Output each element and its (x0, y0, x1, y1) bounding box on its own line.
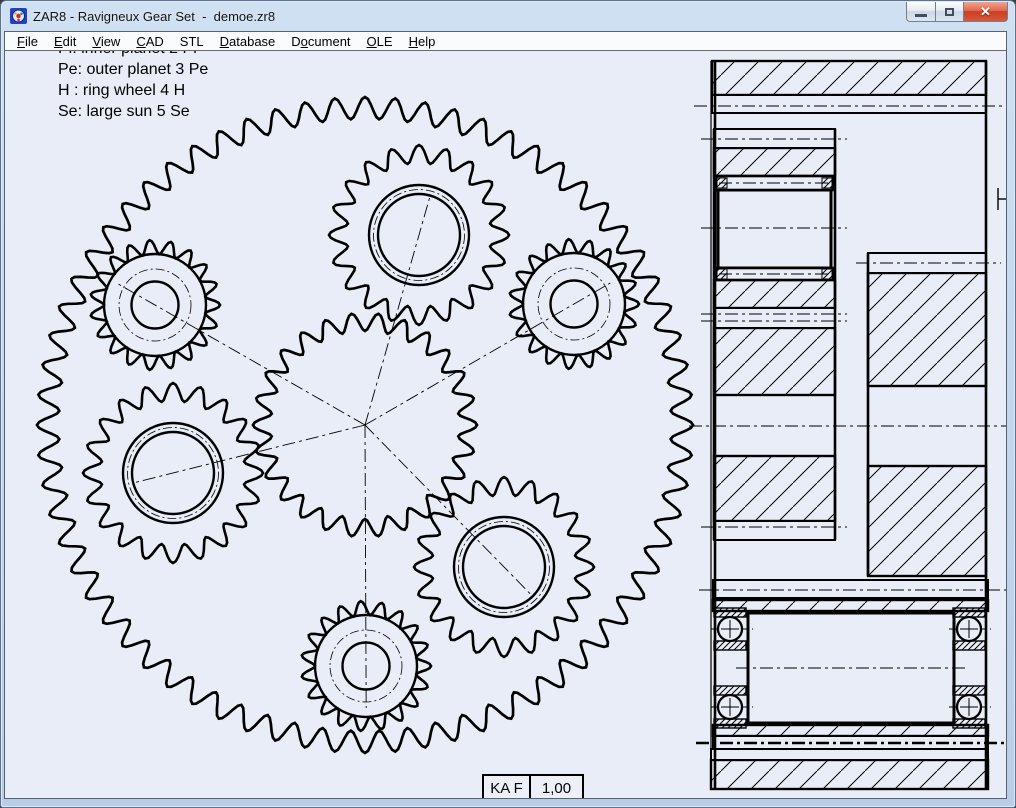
menu-bar: FileEditViewCADSTLDatabaseDocumentOLEHel… (5, 32, 1006, 51)
gear-front-view (37, 97, 693, 753)
legend-line: Se: large sun 5 Se (58, 101, 208, 122)
menu-item-cad[interactable]: CAD (128, 33, 171, 50)
client-area: FileEditViewCADSTLDatabaseDocumentOLEHel… (4, 31, 1007, 799)
legend-line: Pe: outer planet 3 Pe (58, 59, 208, 80)
drawing-area[interactable]: Pi: inner planet 2 PiPe: outer planet 3 … (5, 51, 1006, 798)
maximize-button[interactable] (935, 2, 964, 22)
menu-item-document[interactable]: Document (283, 33, 358, 50)
cad-canvas[interactable] (5, 51, 1006, 798)
menu-item-view[interactable]: View (84, 33, 128, 50)
menu-item-file[interactable]: File (9, 33, 46, 50)
load-factor-label: KA F (484, 776, 531, 798)
gear-section-view (689, 61, 1006, 789)
minimize-icon (915, 14, 927, 17)
gear-legend: Pi: inner planet 2 PiPe: outer planet 3 … (58, 51, 208, 122)
maximize-icon (945, 8, 954, 16)
menu-item-ole[interactable]: OLE (359, 33, 401, 50)
close-button[interactable]: ✕ (964, 2, 1008, 22)
close-icon: ✕ (980, 5, 991, 18)
minimize-button[interactable] (906, 2, 935, 22)
app-gear-icon (10, 8, 27, 24)
menu-item-help[interactable]: Help (401, 33, 444, 50)
legend-line: H : ring wheel 4 H (58, 80, 208, 101)
menu-item-stl[interactable]: STL (172, 33, 212, 50)
window-title: ZAR8 - Ravigneux Gear Set - demoe.zr8 (33, 9, 275, 24)
app-window: ZAR8 - Ravigneux Gear Set - demoe.zr8 ✕ … (0, 0, 1016, 808)
menu-item-edit[interactable]: Edit (46, 33, 84, 50)
menu-item-database[interactable]: Database (212, 33, 284, 50)
load-factor-box[interactable]: KA F 1,00 (482, 774, 584, 798)
legend-line: Pi: inner planet 2 Pi (58, 51, 208, 59)
title-bar: ZAR8 - Ravigneux Gear Set - demoe.zr8 ✕ (1, 1, 1015, 31)
load-factor-value: 1,00 (531, 776, 582, 798)
